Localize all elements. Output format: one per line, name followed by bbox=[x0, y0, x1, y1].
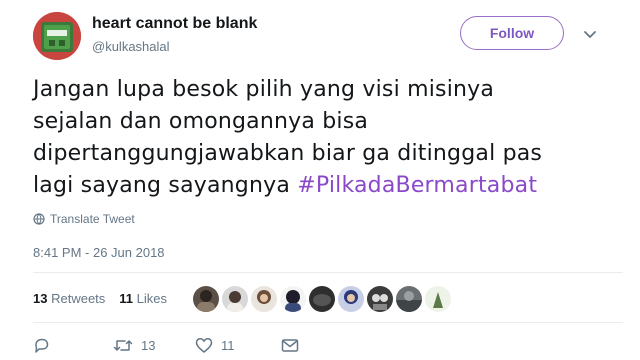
chevron-down-icon[interactable] bbox=[583, 27, 597, 41]
liker-avatar[interactable] bbox=[280, 286, 306, 312]
user-handle[interactable]: @kulkashalal bbox=[92, 39, 170, 54]
avatar-image bbox=[33, 12, 81, 60]
tweet-text-line: dipertanggungjawabkan biar ga ditinggal … bbox=[33, 141, 543, 166]
liker-avatar[interactable] bbox=[367, 286, 393, 312]
follow-button[interactable]: Follow bbox=[460, 16, 564, 50]
likes-count: 11 bbox=[119, 291, 134, 306]
tweet-text-segment: lagi sayang sayangnya bbox=[33, 173, 298, 198]
liker-avatar[interactable] bbox=[222, 286, 248, 312]
liker-avatar[interactable] bbox=[396, 286, 422, 312]
liker-avatar[interactable] bbox=[251, 286, 277, 312]
tweet-text: Jangan lupa besok pilih yang visi misiny… bbox=[33, 74, 623, 202]
tweet-text-line: Jangan lupa besok pilih yang visi misiny… bbox=[33, 77, 495, 102]
retweets-count: 13 bbox=[33, 291, 48, 306]
display-name[interactable]: heart cannot be blank bbox=[92, 15, 257, 33]
heart-icon bbox=[195, 338, 213, 353]
liker-avatar[interactable] bbox=[309, 286, 335, 312]
reply-icon bbox=[35, 338, 49, 353]
translate-label: Translate Tweet bbox=[50, 212, 135, 226]
retweet-action[interactable]: 13 bbox=[113, 337, 195, 354]
retweets-label: Retweets bbox=[51, 291, 106, 306]
hashtag-link[interactable]: #PilkadaBermartabat bbox=[297, 173, 537, 198]
like-action[interactable]: 11 bbox=[195, 337, 281, 354]
globe-icon bbox=[33, 213, 45, 225]
liker-avatar[interactable] bbox=[425, 286, 451, 312]
tweet-text-line: lagi sayang sayangnya #PilkadaBermartaba… bbox=[33, 170, 623, 202]
translate-tweet-link[interactable]: Translate Tweet bbox=[33, 212, 135, 226]
likes-stat[interactable]: 11 Likes bbox=[119, 291, 167, 306]
reply-action[interactable] bbox=[33, 337, 113, 354]
retweets-stat[interactable]: 13 Retweets bbox=[33, 291, 105, 306]
divider bbox=[33, 272, 623, 273]
likes-label: Likes bbox=[136, 291, 168, 306]
avatar[interactable] bbox=[33, 12, 81, 60]
tweet-text-line: sejalan dan omongannya bisa bbox=[33, 109, 369, 134]
retweet-count: 13 bbox=[141, 338, 156, 353]
tweet-actions: 13 11 bbox=[33, 337, 299, 354]
liker-avatars bbox=[193, 286, 451, 312]
engagement-stats: 13 Retweets 11 Likes bbox=[33, 291, 167, 306]
liker-avatar[interactable] bbox=[193, 286, 219, 312]
envelope-icon bbox=[281, 339, 299, 352]
retweet-icon bbox=[113, 340, 133, 351]
divider bbox=[33, 322, 623, 323]
direct-message-action[interactable] bbox=[281, 338, 299, 353]
tweet-timestamp[interactable]: 8:41 PM - 26 Jun 2018 bbox=[33, 245, 165, 260]
like-count: 11 bbox=[221, 338, 235, 353]
liker-avatar[interactable] bbox=[338, 286, 364, 312]
